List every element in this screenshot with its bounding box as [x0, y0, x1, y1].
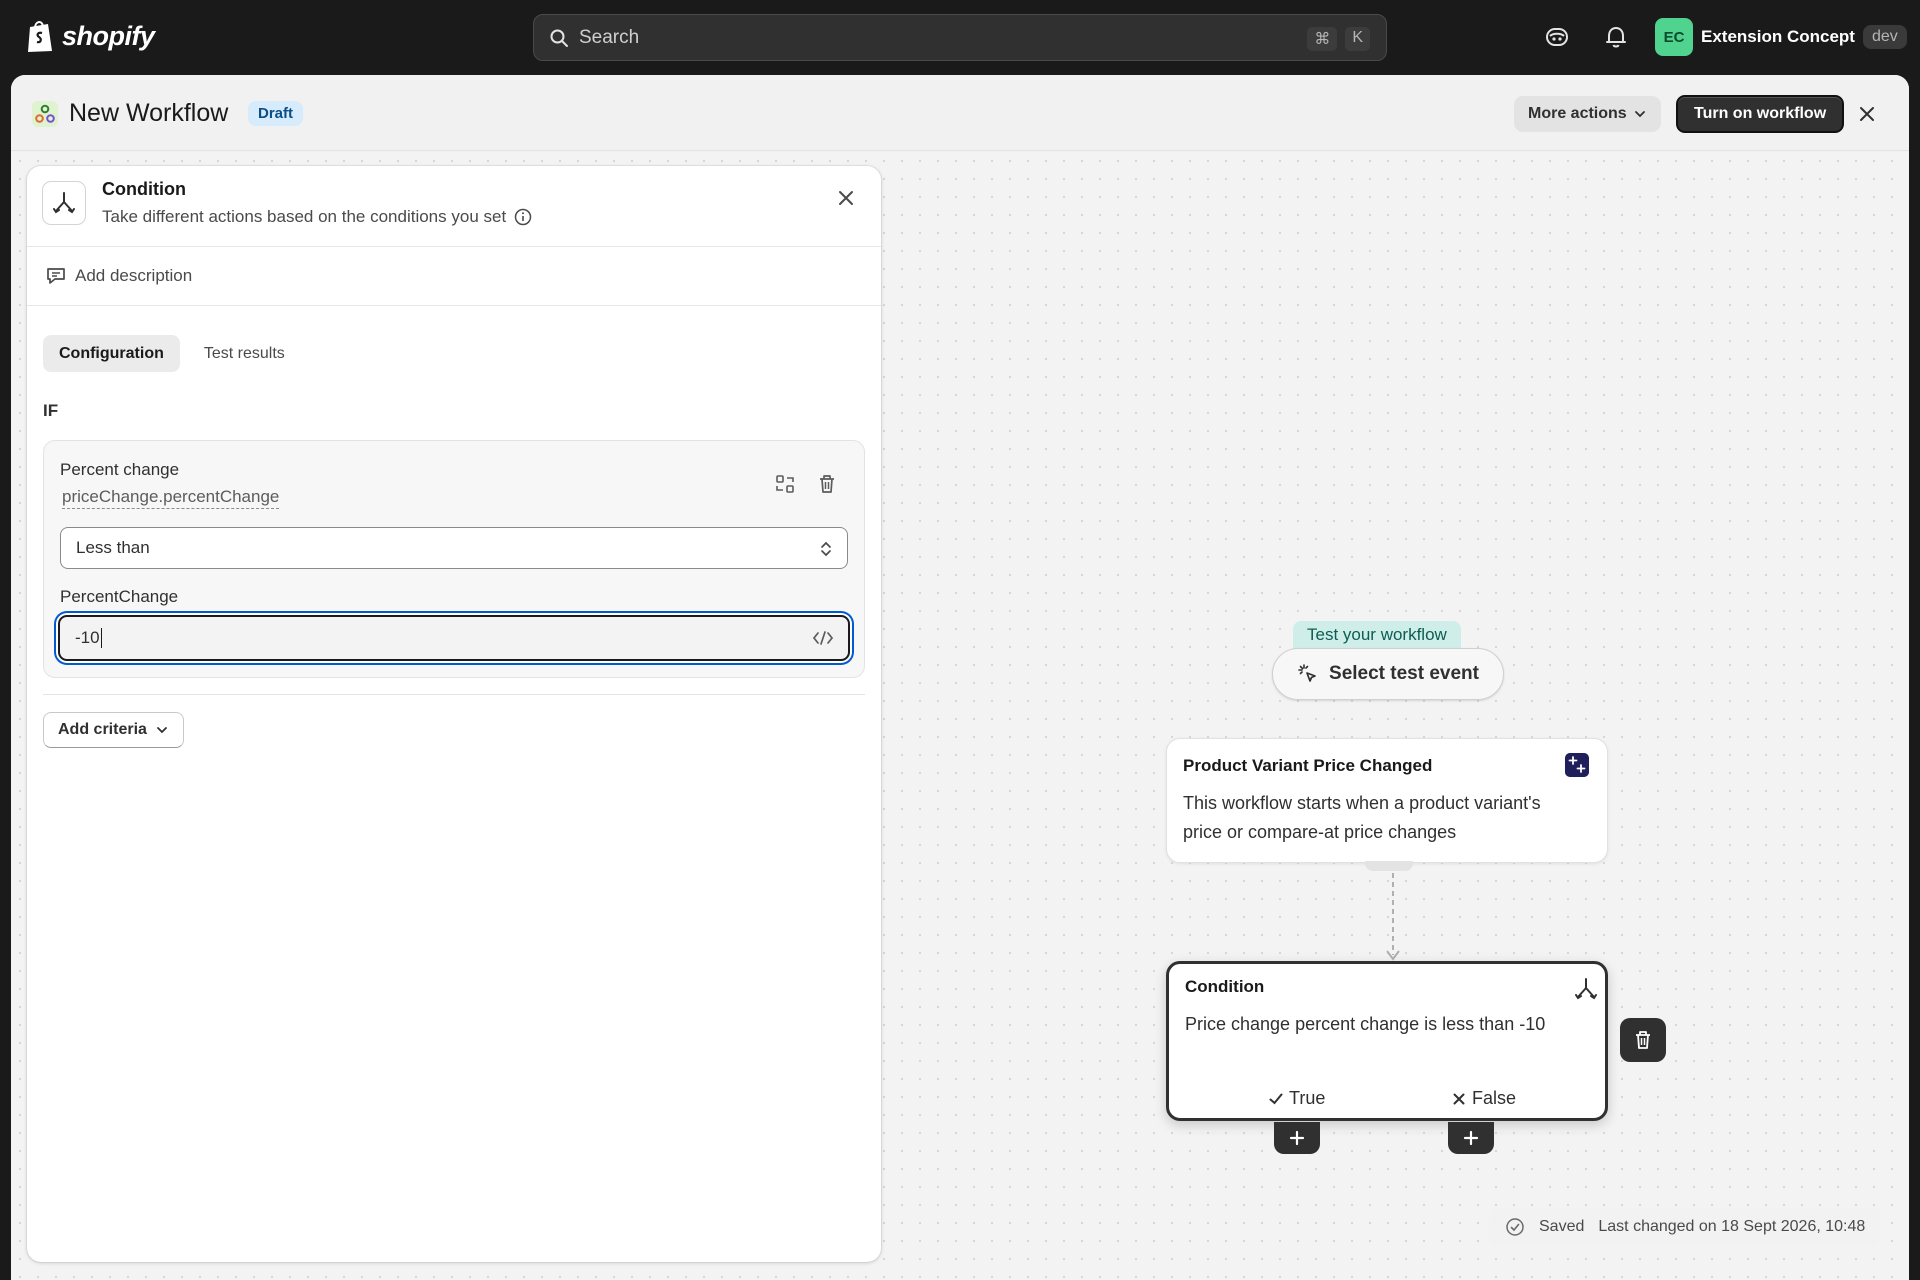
- condition-panel: Condition Take different actions based o…: [27, 166, 881, 1262]
- chevron-down-icon: [1634, 111, 1645, 118]
- value-input[interactable]: -10: [58, 615, 850, 661]
- divider: [43, 694, 865, 695]
- add-false-step-button[interactable]: [1448, 1122, 1494, 1154]
- add-true-step-button[interactable]: [1274, 1122, 1320, 1154]
- add-criteria-button[interactable]: Add criteria: [43, 712, 184, 748]
- condition-node-description: Price change percent change is less than…: [1185, 1014, 1546, 1034]
- store-switcher[interactable]: EC Extension Concept dev: [1655, 18, 1907, 56]
- criteria-path[interactable]: priceChange.percentChange: [62, 487, 280, 509]
- select-chevron-icon: [821, 541, 831, 557]
- turn-on-workflow-button[interactable]: Turn on workflow: [1676, 95, 1845, 133]
- shortcut-cmd-key: ⌘: [1307, 27, 1338, 51]
- saved-label: Saved: [1539, 1218, 1585, 1235]
- delete-node-button[interactable]: [1620, 1018, 1666, 1062]
- search-input[interactable]: Search ⌘ K: [533, 14, 1387, 61]
- close-icon[interactable]: [1858, 105, 1876, 123]
- flow-connector: [1386, 873, 1400, 961]
- false-branch-label: False: [1451, 1088, 1516, 1109]
- select-test-event-label: Select test event: [1329, 663, 1479, 684]
- panel-tabs: Configuration Test results: [43, 335, 301, 372]
- true-label: True: [1289, 1088, 1326, 1108]
- condition-node[interactable]: Condition Price change percent change is…: [1166, 961, 1608, 1121]
- add-criteria-label: Add criteria: [58, 721, 147, 738]
- text-caret: [100, 628, 102, 648]
- status-badge: Draft: [248, 101, 304, 126]
- plus-icon: [1289, 1130, 1305, 1146]
- workflow-editor: New Workflow Draft More actions Turn on …: [11, 75, 1909, 1280]
- top-bar: shopify Search ⌘ K EC Extension Concept …: [0, 0, 1920, 75]
- shopify-bag-icon: [28, 21, 52, 52]
- more-actions-button[interactable]: More actions: [1514, 96, 1661, 132]
- trigger-title: Product Variant Price Changed: [1183, 756, 1433, 775]
- chevron-down-icon: [157, 727, 167, 734]
- criteria-name: Percent change: [60, 460, 180, 479]
- trigger-sparkle-icon: [1565, 753, 1589, 777]
- trash-icon: [1636, 1031, 1650, 1049]
- operator-value: Less than: [76, 538, 150, 557]
- criteria-card: Percent change priceChange.percentChange…: [43, 440, 865, 678]
- condition-branch-icon: [1575, 978, 1597, 1000]
- trigger-connector-stub: [1365, 861, 1413, 871]
- bell-icon[interactable]: [1603, 24, 1629, 50]
- brand-name: shopify: [62, 20, 155, 51]
- plus-icon: [1463, 1130, 1479, 1146]
- tab-test-results[interactable]: Test results: [188, 335, 301, 372]
- flow-app-icon: [32, 101, 58, 127]
- trigger-node[interactable]: Product Variant Price Changed This workf…: [1166, 738, 1608, 863]
- store-name: Extension Concept: [1701, 27, 1855, 46]
- code-icon[interactable]: [812, 629, 834, 647]
- if-label: IF: [43, 401, 59, 420]
- add-description-button[interactable]: Add description: [27, 247, 881, 306]
- panel-title: Condition: [102, 179, 186, 199]
- operator-select[interactable]: Less than: [60, 527, 848, 569]
- shopify-logo[interactable]: shopify: [26, 18, 155, 54]
- shortcut-k-key: K: [1345, 27, 1370, 51]
- false-label: False: [1472, 1088, 1517, 1108]
- store-env-badge: dev: [1862, 25, 1907, 49]
- condition-branch-icon: [42, 181, 86, 225]
- trigger-description: This workflow starts when a product vari…: [1183, 793, 1541, 842]
- comment-icon: [47, 268, 65, 284]
- search-placeholder: Search: [579, 26, 640, 48]
- check-circle-icon: [1506, 1218, 1524, 1236]
- search-shortcut: ⌘ K: [1307, 27, 1370, 51]
- check-icon: [1269, 1093, 1283, 1104]
- info-icon[interactable]: [514, 208, 532, 226]
- panel-header: Condition Take different actions based o…: [27, 166, 881, 247]
- page-header: New Workflow Draft More actions Turn on …: [11, 75, 1909, 151]
- last-changed-timestamp: Last changed on 18 Sept 2026, 10:48: [1598, 1218, 1866, 1235]
- save-status: Saved Last changed on 18 Sept 2026, 10:4…: [1489, 1208, 1882, 1246]
- trash-icon[interactable]: [816, 473, 838, 495]
- true-branch-label: True: [1268, 1088, 1325, 1109]
- x-icon: [1453, 1093, 1465, 1104]
- add-description-label: Add description: [75, 266, 193, 285]
- value-field-label: PercentChange: [60, 587, 179, 606]
- pointer-sparkle-icon: [1298, 664, 1316, 682]
- select-test-event-button[interactable]: Select test event: [1272, 648, 1504, 700]
- close-icon[interactable]: [837, 189, 855, 207]
- page-title: New Workflow: [69, 99, 229, 127]
- tab-configuration[interactable]: Configuration: [43, 335, 180, 372]
- search-icon: [550, 29, 568, 47]
- swap-icon[interactable]: [774, 473, 796, 495]
- panel-subtitle: Take different actions based on the cond…: [102, 207, 532, 227]
- avatar: EC: [1655, 18, 1693, 56]
- more-actions-label: More actions: [1528, 105, 1627, 122]
- condition-node-title: Condition: [1185, 977, 1265, 996]
- panel-subtitle-text: Take different actions based on the cond…: [102, 207, 507, 226]
- value-input-text: -10: [75, 628, 100, 647]
- sidekick-icon[interactable]: [1544, 24, 1570, 50]
- test-workflow-tag: Test your workflow: [1293, 621, 1461, 649]
